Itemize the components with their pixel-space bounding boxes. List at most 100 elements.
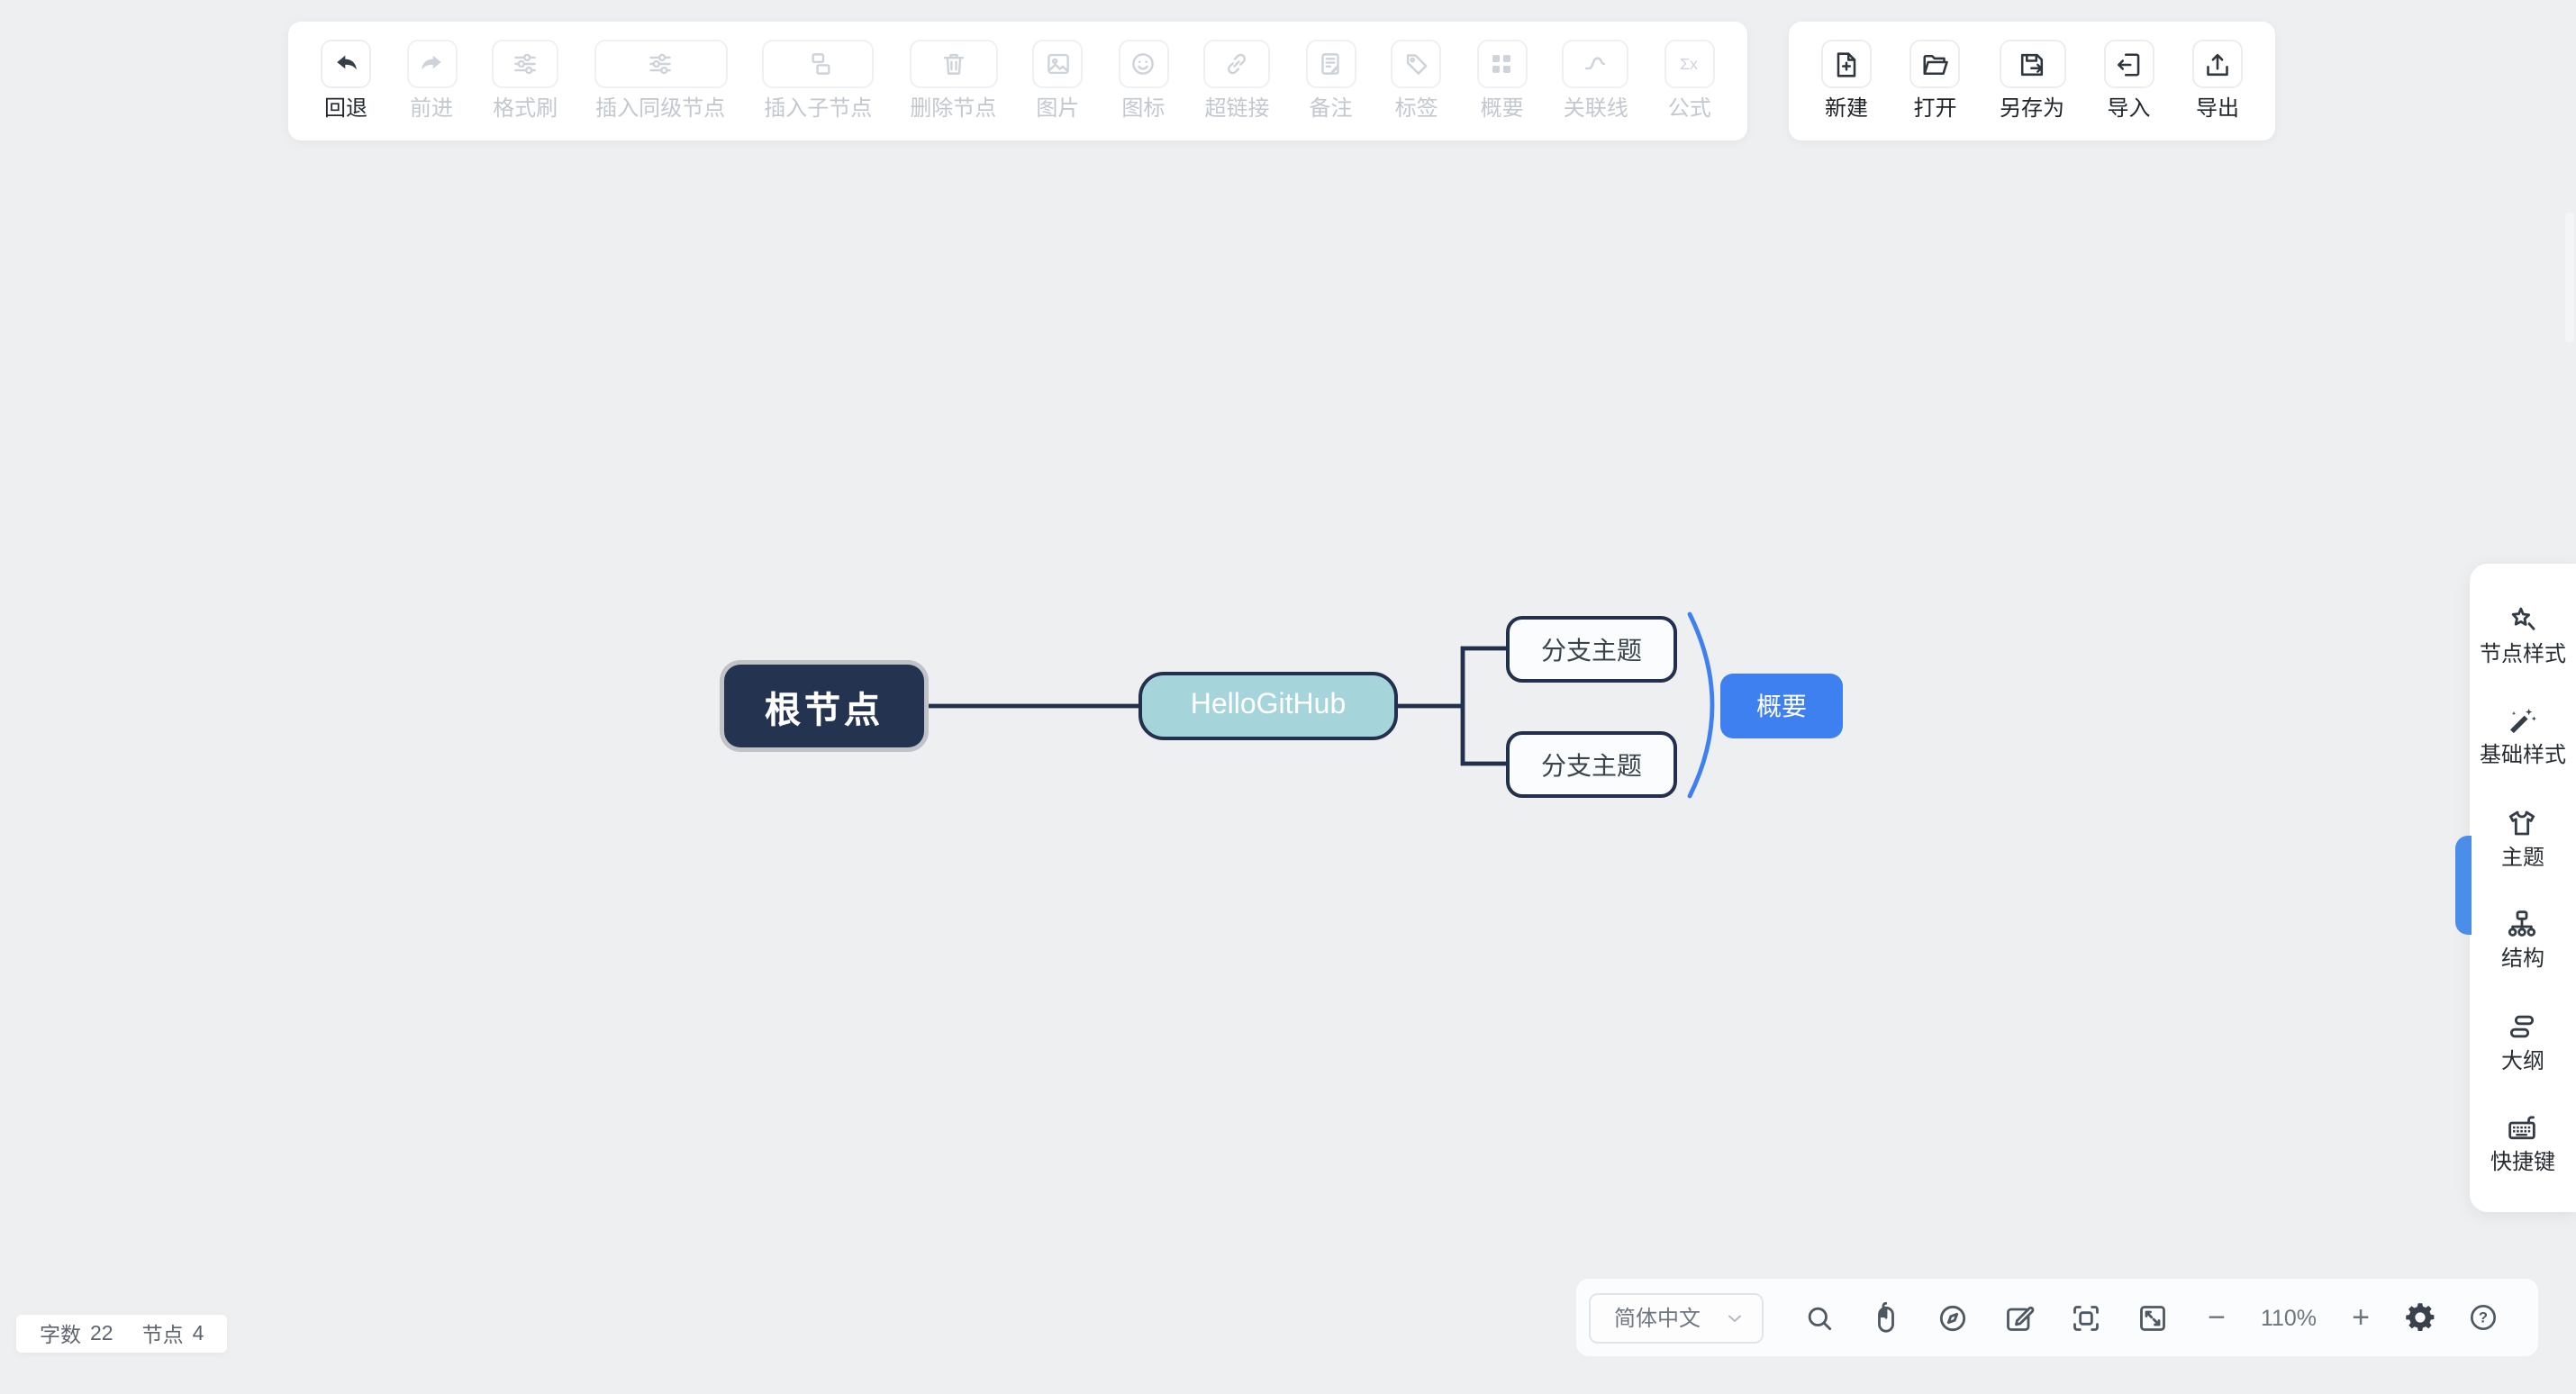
drag-mode-button[interactable] [1868,1299,1904,1335]
smiley-icon [1128,49,1158,79]
secondary-node[interactable]: HelloGitHub [1138,672,1398,740]
toolbar-button-box [2104,40,2154,88]
sidebar-item-outline[interactable]: 大纲 [2501,1009,2544,1073]
toolbar-button-association-line[interactable]: 关联线 [1563,40,1629,140]
toolbar-button-formula[interactable]: Σx公式 [1664,40,1715,140]
nodes-icon [803,49,833,79]
toolbar-button-delete-node[interactable]: 删除节点 [909,40,997,140]
sidebar-item-label: 大纲 [2501,1050,2544,1073]
toolbar-button-save-as[interactable]: 另存为 [1999,40,2065,140]
mindmap-canvas[interactable]: 根节点 HelloGitHub 分支主题 分支主题 概要 [0,0,2576,1394]
toolbar-button-label: 格式刷 [493,97,558,119]
toolbar-button-new-file[interactable]: 新建 [1821,40,1872,140]
toolbar-button-box [406,40,457,88]
branch-node-2[interactable]: 分支主题 [1506,731,1677,798]
zoom-in-button[interactable]: + [2336,1302,2385,1333]
toolbar-button-box [762,40,874,88]
trash-icon [938,49,968,79]
toolbar-button-box [594,40,727,88]
sidebar-item-label: 结构 [2501,948,2544,972]
grid-icon [1487,49,1518,79]
toolbar-button-box [1032,40,1083,88]
svg-text:?: ? [2479,1309,2488,1326]
sidebar-item-base-style[interactable]: 基础样式 [2480,702,2566,767]
edit-icon [2001,1299,2037,1335]
toolbar-button-undo[interactable]: 回退 [321,40,371,140]
node-count-value: 4 [193,1323,204,1344]
toolbar-button-label: 关联线 [1564,97,1628,119]
branch-node-1[interactable]: 分支主题 [1506,616,1677,683]
toolbar-button-label: 图片 [1036,97,1079,119]
help-icon: ? [2466,1300,2500,1335]
sidebar-item-node-style[interactable]: 节点样式 [2480,601,2566,665]
sidebar-item-shortcut-keys[interactable]: 快捷键 [2490,1110,2555,1175]
search-icon [1801,1299,1837,1335]
toolbar-button-label: 标签 [1395,97,1438,119]
node-count: 节点 4 [142,1319,204,1348]
wand-icon [2505,702,2541,738]
language-select[interactable]: 简体中文 [1589,1292,1764,1343]
toolbar-button-box [909,40,997,88]
sliders-icon [510,49,540,79]
help-button[interactable]: ? [2466,1300,2500,1335]
link-icon [1222,49,1253,79]
toolbar-button-box [1821,40,1872,88]
fit-view-button[interactable] [2068,1299,2104,1335]
sidebar-item-structure[interactable]: 结构 [2501,907,2544,972]
toolbar-button-label: 导出 [2196,97,2239,119]
toolbar-button-box [1204,40,1271,88]
sidebar-item-theme[interactable]: 主题 [2501,804,2544,869]
undo-icon [331,49,361,79]
toolbar-button-box [492,40,558,88]
fullscreen-button[interactable] [2135,1299,2171,1335]
gear-icon [2401,1299,2439,1336]
toolbar-button-label: 新建 [1825,97,1868,119]
toolbar-button-label: 回退 [324,97,367,119]
outline-icon [2505,1009,2541,1045]
toolbar-button-format-painter[interactable]: 格式刷 [492,40,558,140]
toolbar-button-label: 概要 [1481,97,1524,119]
app-window: 回退前进格式刷插入同级节点插入子节点删除节点图片图标超链接备注标签概要关联线Σx… [0,0,2576,1394]
toolbar-button-label: 导入 [2107,97,2150,119]
zoom-out-button[interactable]: − [2192,1302,2241,1333]
tshirt-icon [2505,804,2541,840]
tag-icon [1401,49,1432,79]
bottom-icon-group [1801,1299,2171,1335]
toolbar-button-redo[interactable]: 前进 [406,40,457,140]
toolbar-button-open-file[interactable]: 打开 [1910,40,1961,140]
settings-button[interactable] [2401,1299,2439,1336]
toolbar-button-insert-sibling-node[interactable]: 插入同级节点 [594,40,727,140]
toolbar-button-image[interactable]: 图片 [1032,40,1083,140]
root-node[interactable]: 根节点 [724,665,924,747]
sidebar-collapse-handle[interactable] [2455,836,2472,935]
folder-icon [1919,48,1952,80]
sidebar-item-label: 节点样式 [2480,642,2566,665]
toolbar-button-box [1477,40,1528,88]
toolbar-button-icon[interactable]: 图标 [1118,40,1168,140]
redo-icon [416,49,447,79]
structure-icon [2505,907,2541,943]
toolbar-button-label: 打开 [1913,97,1956,119]
toolbar-button-box [1910,40,1961,88]
toolbar-button-insert-child-node[interactable]: 插入子节点 [762,40,874,140]
sidebar-item-label: 主题 [2501,846,2544,869]
toolbar-button-import[interactable]: 导入 [2104,40,2154,140]
toolbar-button-box [1563,40,1629,88]
toolbar-button-label: 超链接 [1204,97,1269,119]
toolbar-button-note[interactable]: 备注 [1306,40,1356,140]
toolbar-button-summary[interactable]: 概要 [1477,40,1528,140]
sidebar-item-label: 快捷键 [2490,1152,2555,1175]
sidebar-item-label: 基础样式 [2480,744,2566,767]
toolbar-button-export[interactable]: 导出 [2192,40,2243,140]
toolbar-button-hyperlink[interactable]: 超链接 [1204,40,1271,140]
edit-mode-button[interactable] [2001,1299,2037,1335]
toolbar-button-tag[interactable]: 标签 [1392,40,1442,140]
mini-map-button[interactable] [1935,1299,1971,1335]
search-button[interactable] [1801,1299,1837,1335]
toolbar-button-label: 另存为 [2000,97,2064,119]
toolbar-button-box [1118,40,1168,88]
toolbar-button-label: 公式 [1668,97,1711,119]
summary-node[interactable]: 概要 [1720,674,1843,738]
sliders-icon [645,49,676,79]
export-icon [2201,48,2234,80]
